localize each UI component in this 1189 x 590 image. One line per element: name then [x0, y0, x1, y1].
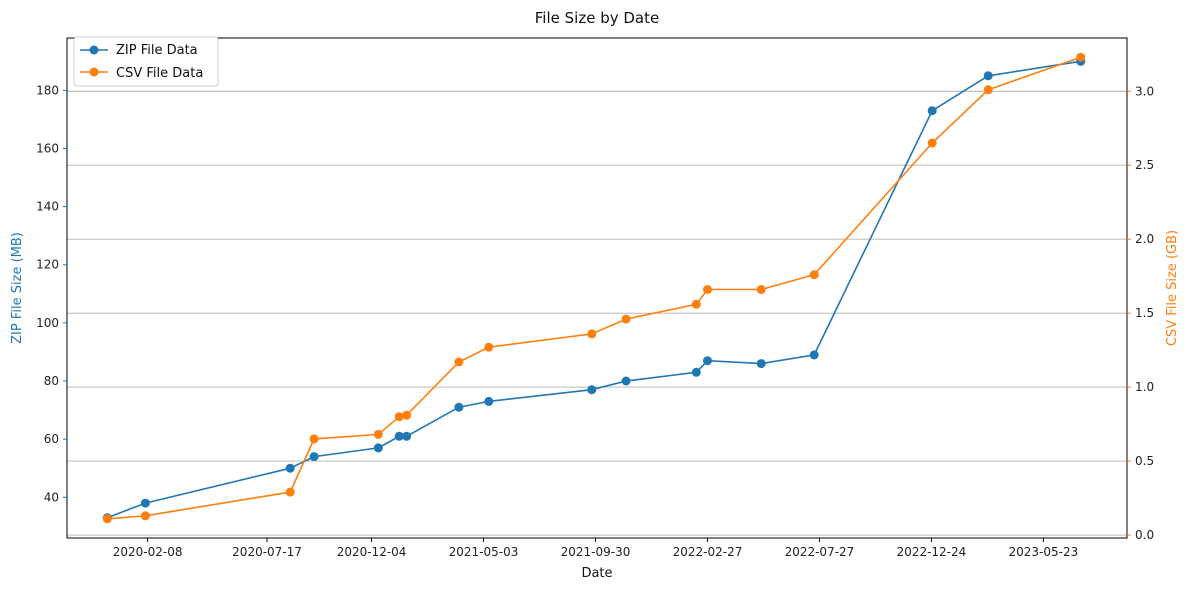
data-point [983, 71, 993, 81]
y-left-tick-label: 120 [36, 258, 59, 272]
y-left-tick-label: 80 [44, 374, 59, 388]
x-tick-label: 2021-05-03 [449, 545, 519, 559]
file-size-chart: 2020-02-08 2020-07-17 2020-12-04 2021-05-03… [0, 0, 1189, 590]
legend-csv-label: CSV File Data [116, 66, 203, 81]
y-left-tick-label: 180 [36, 83, 59, 97]
data-point [285, 487, 295, 497]
x-axis-label: Date [581, 566, 612, 581]
y-right-tick-label: 0.5 [1135, 454, 1154, 468]
y-left-tick-label: 40 [44, 490, 59, 504]
data-point [927, 106, 937, 116]
x-tick-label: 2022-12-24 [897, 545, 967, 559]
y-left-tick-label: 60 [44, 432, 59, 446]
data-point [809, 270, 819, 280]
data-point [756, 285, 766, 294]
data-point [402, 431, 412, 441]
data-point [484, 342, 494, 352]
x-tick-label: 2020-12-04 [337, 545, 407, 559]
y-axis-left-label: ZIP File Size (MB) [10, 232, 25, 344]
y-right-tick-label: 1.0 [1135, 380, 1154, 394]
data-point [927, 138, 937, 148]
y-axis-right-label: CSV File Size (GB) [1165, 230, 1180, 346]
data-point [373, 443, 383, 453]
data-point [621, 376, 631, 386]
y-left-tick-label: 160 [36, 141, 59, 155]
y-left-tick-label: 100 [36, 316, 59, 330]
y-right-tick-label: 3.0 [1135, 84, 1154, 98]
chart-title: File Size by Date [535, 9, 659, 27]
data-point [691, 299, 701, 309]
data-point [983, 85, 993, 95]
x-tick-label: 2020-07-17 [232, 545, 302, 559]
data-point [621, 314, 631, 324]
legend: ZIP File Data CSV File Data [73, 36, 219, 87]
data-point [309, 434, 319, 444]
data-point [285, 463, 295, 473]
x-tick-label: 2022-02-27 [673, 545, 743, 559]
data-point [756, 359, 766, 369]
data-point [373, 429, 383, 439]
x-tick-label: 2023-05-23 [1009, 545, 1079, 559]
y-right-tick-label: 0.0 [1135, 528, 1154, 542]
x-tick-label: 2021-09-30 [561, 545, 631, 559]
data-point [102, 514, 112, 524]
data-point [587, 385, 597, 395]
data-point [703, 356, 712, 366]
data-point [454, 402, 464, 412]
data-point [402, 410, 412, 420]
x-tick-label: 2022-07-27 [785, 545, 855, 559]
data-point [484, 396, 494, 406]
y-right-tick-label: 1.5 [1135, 306, 1154, 320]
y-right-tick-label: 2.0 [1135, 232, 1154, 246]
chart-background [0, 0, 1189, 590]
data-point [809, 350, 819, 360]
data-point [1076, 52, 1086, 62]
legend-csv-marker [89, 67, 99, 77]
y-left-tick-label: 140 [36, 200, 59, 214]
data-point [140, 511, 150, 521]
legend-zip-label: ZIP File Data [116, 43, 198, 58]
legend-zip-marker [89, 45, 99, 55]
data-point [454, 357, 464, 367]
data-point [587, 329, 597, 339]
data-point [394, 412, 404, 422]
data-point [309, 452, 319, 462]
data-point [691, 367, 701, 377]
y-right-tick-label: 2.5 [1135, 158, 1154, 172]
data-point [140, 498, 150, 508]
data-point [703, 285, 712, 294]
x-tick-label: 2020-02-08 [113, 545, 183, 559]
